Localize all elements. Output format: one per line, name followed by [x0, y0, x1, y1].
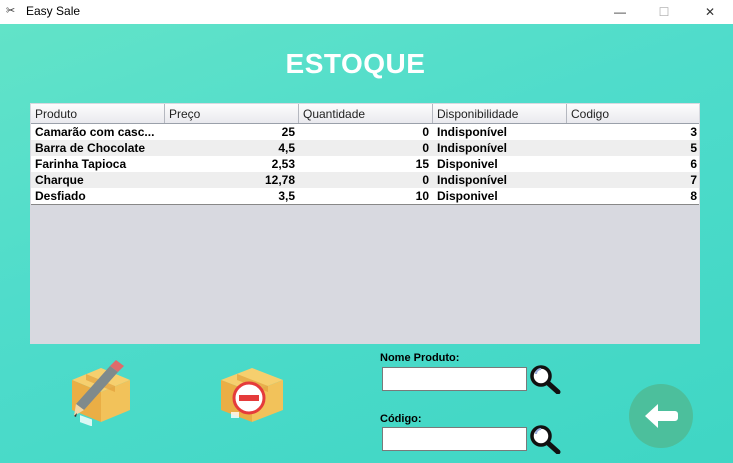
cell-codigo: 7 [690, 173, 697, 187]
cell-quantidade: 10 [415, 189, 429, 203]
stock-table[interactable]: Produto Preço Quantidade Disponibilidade… [31, 104, 699, 205]
cell-quantidade: 0 [422, 173, 429, 187]
column-header-disponibilidade[interactable]: Disponibilidade [433, 104, 567, 123]
magnifier-icon [530, 425, 561, 455]
column-header-produto[interactable]: Produto [31, 104, 165, 123]
cell-preco: 3,5 [278, 189, 295, 203]
table-row[interactable]: Camarão com casc... 25 0 Indisponível 3 [31, 124, 699, 140]
maximize-button[interactable]: ☐ [641, 0, 687, 24]
stock-table-scroll-area[interactable]: Produto Preço Quantidade Disponibilidade… [30, 103, 700, 344]
box-remove-icon [221, 368, 283, 422]
table-row[interactable]: Charque 12,78 0 Indisponível 7 [31, 172, 699, 188]
codigo-label: Código: [380, 413, 422, 425]
cell-disponibilidade: Indisponível [437, 173, 508, 187]
page-title: ESTOQUE [285, 48, 426, 79]
edit-product-button[interactable] [66, 360, 136, 427]
cell-codigo: 5 [690, 141, 697, 155]
search-nome-button[interactable] [529, 364, 561, 395]
cell-codigo: 3 [690, 125, 697, 139]
cell-produto: Camarão com casc... [35, 125, 155, 139]
minimize-icon: — [614, 5, 626, 19]
cell-preco: 25 [281, 125, 295, 139]
column-header-preco[interactable]: Preço [165, 104, 299, 123]
table-row[interactable]: Desfiado 3,5 10 Disponivel 8 [31, 188, 699, 204]
cell-disponibilidade: Disponivel [437, 157, 498, 171]
cell-preco: 12,78 [264, 173, 295, 187]
cell-codigo: 8 [690, 189, 697, 203]
cell-produto: Charque [35, 173, 84, 187]
close-icon: ✕ [704, 5, 716, 19]
maximize-icon: ☐ [658, 5, 670, 19]
nome-produto-label: Nome Produto: [380, 352, 460, 364]
cell-disponibilidade: Disponivel [437, 189, 498, 203]
codigo-input[interactable] [382, 427, 527, 451]
cell-disponibilidade: Indisponível [437, 141, 508, 155]
box-pencil-icon [72, 360, 130, 427]
cell-quantidade: 15 [415, 157, 429, 171]
cell-preco: 4,5 [278, 141, 295, 155]
magnifier-icon [530, 365, 561, 395]
table-row[interactable]: Barra de Chocolate 4,5 0 Indisponível 5 [31, 140, 699, 156]
table-header: Produto Preço Quantidade Disponibilidade… [31, 104, 699, 124]
remove-product-button[interactable] [217, 360, 287, 426]
cell-preco: 2,53 [271, 157, 295, 171]
cell-produto: Desfiado [35, 189, 86, 203]
app-icon: ✂ [6, 5, 16, 17]
minimize-button[interactable]: — [597, 0, 643, 24]
table-row[interactable]: Farinha Tapioca 2,53 15 Disponivel 6 [31, 156, 699, 172]
search-codigo-button[interactable] [529, 424, 561, 455]
cell-disponibilidade: Indisponível [437, 125, 508, 139]
cell-produto: Barra de Chocolate [35, 141, 146, 155]
cell-produto: Farinha Tapioca [35, 157, 127, 171]
back-button[interactable] [629, 384, 693, 448]
nome-produto-input[interactable] [382, 367, 527, 391]
arrow-left-icon [645, 404, 678, 428]
cell-quantidade: 0 [422, 141, 429, 155]
cell-codigo: 6 [690, 157, 697, 171]
window-title: Easy Sale [26, 4, 81, 18]
window-titlebar: ✂ Easy Sale — ☐ ✕ [0, 0, 733, 24]
column-header-codigo[interactable]: Codigo [567, 104, 701, 123]
column-header-quantidade[interactable]: Quantidade [299, 104, 433, 123]
close-button[interactable]: ✕ [687, 0, 733, 24]
cell-quantidade: 0 [422, 125, 429, 139]
table-body: Camarão com casc... 25 0 Indisponível 3 … [31, 124, 699, 205]
